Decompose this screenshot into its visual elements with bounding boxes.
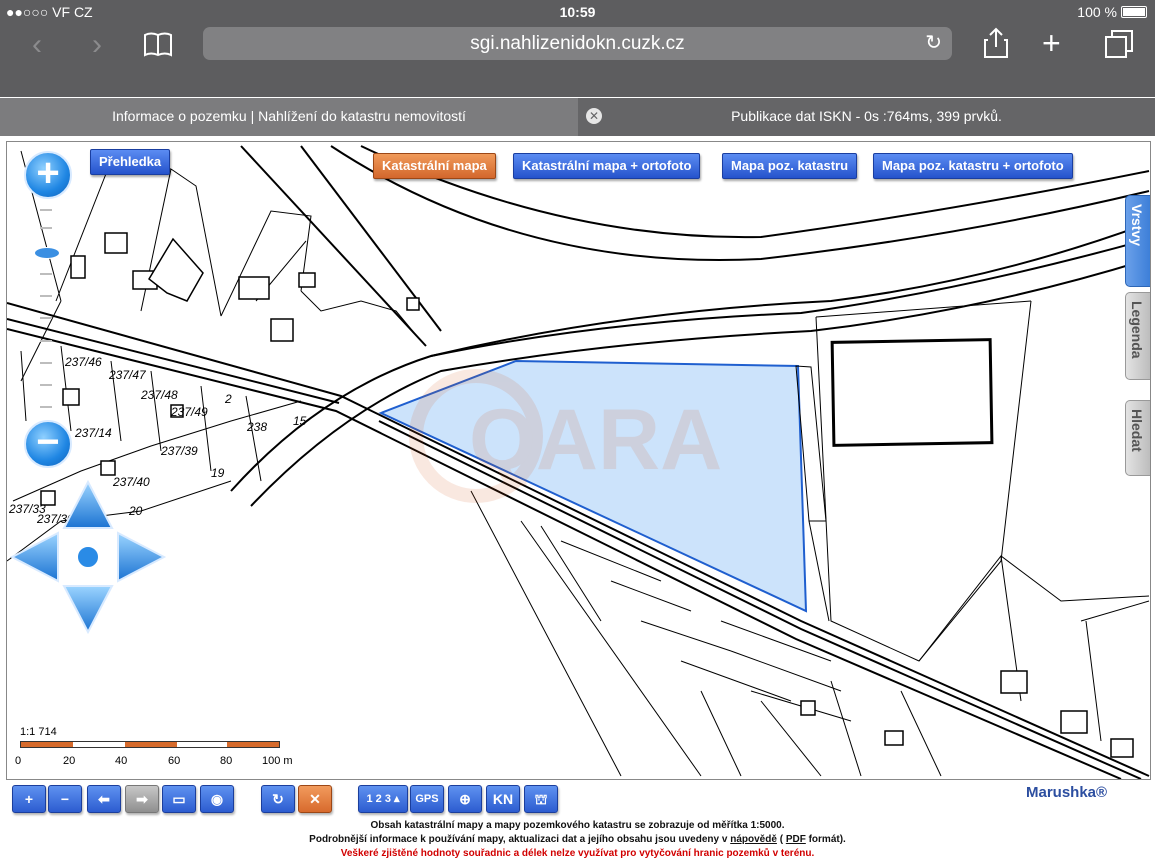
layer-land-cadastre-ortho-button[interactable]: Mapa poz. katastru + ortofoto xyxy=(873,153,1073,179)
counter-label: 1 2 3 xyxy=(366,793,391,805)
back-icon[interactable]: ‹ xyxy=(32,28,42,62)
scale-label: 40 xyxy=(115,755,128,767)
tab-layers-label: Vrstvy xyxy=(1129,204,1145,247)
footer-paren: ( xyxy=(779,834,784,845)
zoom-tick xyxy=(40,273,52,275)
parcel-label: 237/14 xyxy=(74,426,112,440)
bookmarks-icon[interactable] xyxy=(143,31,173,57)
forward-icon[interactable]: › xyxy=(92,28,102,62)
zoom-out-button[interactable]: − xyxy=(24,420,72,468)
pan-down-icon[interactable] xyxy=(62,585,114,635)
scale-segment xyxy=(21,742,73,747)
zoom-tick xyxy=(40,406,52,408)
browser-chrome: ●●○○○ VF CZ 10:59 100 % ‹ › sgi.nahlizen… xyxy=(0,0,1155,97)
overview-button[interactable]: Přehledka xyxy=(90,149,171,175)
new-tab-icon[interactable]: + xyxy=(1042,26,1061,60)
battery-icon xyxy=(1121,6,1147,18)
parcel-label: 2 xyxy=(224,392,232,406)
layer-cadastral-ortho-button[interactable]: Katastrální mapa + ortofoto xyxy=(513,153,701,179)
pan-control[interactable] xyxy=(8,478,168,636)
pan-center-icon[interactable] xyxy=(76,545,100,569)
battery-status: 100 % xyxy=(1077,4,1147,20)
zoom-tick xyxy=(40,317,52,319)
pan-up-icon[interactable] xyxy=(62,479,114,529)
zoom-tick xyxy=(40,295,52,297)
pan-left-icon[interactable] xyxy=(9,531,59,583)
zoom-tick xyxy=(40,384,52,386)
footer-warning: Veškeré zjištěné hodnoty souřadnic a dél… xyxy=(340,848,815,859)
scale-label: 80 xyxy=(220,755,233,767)
parcel-label: 237/46 xyxy=(64,355,102,369)
pan-right-icon[interactable] xyxy=(117,531,167,583)
scale-bar xyxy=(20,741,280,748)
scale-segment xyxy=(227,742,279,747)
refresh-icon[interactable]: ↻ xyxy=(261,785,295,813)
scale-label: 0 xyxy=(15,755,22,767)
parcel-label: 237/47 xyxy=(108,368,147,382)
scale-segment xyxy=(125,742,177,747)
scale-label: 100 m xyxy=(262,755,293,767)
counter-tool[interactable]: 1 2 3 ▴ xyxy=(358,785,408,813)
help-link[interactable]: nápovědě xyxy=(730,834,777,845)
building-outline xyxy=(830,338,994,447)
address-bar[interactable]: sgi.nahlizenidokn.cuzk.cz ↻ xyxy=(203,27,952,60)
scale-segment xyxy=(177,742,229,747)
footer-info-2-end: formát). xyxy=(808,834,846,845)
parcel-label: 237/48 xyxy=(140,388,178,402)
tab-search[interactable]: Hledat xyxy=(1125,400,1150,476)
clock: 10:59 xyxy=(559,4,596,20)
zoom-tick xyxy=(40,340,52,342)
share-icon[interactable] xyxy=(983,27,1009,59)
zoom-in-tool[interactable]: + xyxy=(12,785,46,813)
zoom-out-tool[interactable]: − xyxy=(48,785,82,813)
footer-info-1: Obsah katastrální mapy a mapy pozemkovéh… xyxy=(370,820,785,831)
tab-legend[interactable]: Legenda xyxy=(1125,292,1150,380)
zoom-tick xyxy=(40,209,52,211)
scale-label: 20 xyxy=(63,755,76,767)
parcel-label: 15 xyxy=(293,414,307,428)
tab-pozemek[interactable]: Informace o pozemku | Nahlížení do katas… xyxy=(0,98,578,136)
zoom-slider-handle[interactable] xyxy=(34,247,60,259)
footer-info-2: Podrobnější informace k používání mapy, … xyxy=(0,834,1155,845)
status-bar: ●●○○○ VF CZ 10:59 100 % xyxy=(0,0,1155,24)
tab-layers[interactable]: Vrstvy xyxy=(1125,195,1150,287)
scale-segment xyxy=(73,742,125,747)
zoom-tick xyxy=(40,362,52,364)
url-text: sgi.nahlizenidokn.cuzk.cz xyxy=(470,33,685,54)
layer-cadastral-map-button[interactable]: Katastrální mapa xyxy=(373,153,496,179)
kn-button[interactable]: KN xyxy=(486,785,520,813)
tab-legend-label: Legenda xyxy=(1129,301,1145,359)
layer-land-cadastre-button[interactable]: Mapa poz. katastru xyxy=(722,153,858,179)
zoom-tick xyxy=(40,227,52,229)
zoom-in-button[interactable]: + xyxy=(24,151,72,199)
scale-ratio: 1:1 714 xyxy=(20,726,57,738)
previous-view-icon[interactable]: ⬅ xyxy=(87,785,121,813)
cadastral-map[interactable]: 237/46 237/47 237/48 237/49 237/14 237/3… xyxy=(6,141,1151,780)
close-icon[interactable]: ✕ xyxy=(586,108,602,124)
basket-icon[interactable]: ⛫ xyxy=(524,785,558,813)
zoom-box-icon[interactable]: ▭ xyxy=(162,785,196,813)
parcel-label: 238 xyxy=(246,420,267,434)
parcel-label: 237/49 xyxy=(170,405,208,419)
map-canvas[interactable]: 237/46 237/47 237/48 237/49 237/14 237/3… xyxy=(7,142,1150,779)
pdf-link[interactable]: PDF xyxy=(786,834,806,845)
tab-publikace[interactable]: ✕ Publikace dat ISKN - 0s :764ms, 399 pr… xyxy=(578,98,1155,136)
reload-icon[interactable]: ↻ xyxy=(925,30,942,55)
scale-label: 60 xyxy=(168,755,181,767)
next-view-icon[interactable]: ➡ xyxy=(125,785,159,813)
tab-publikace-label: Publikace dat ISKN - 0s :764ms, 399 prvk… xyxy=(731,108,1002,124)
marushka-logo: Marushka® xyxy=(1026,784,1108,801)
watermark-text: QARA xyxy=(469,392,722,488)
parcel-label: 237/39 xyxy=(160,444,198,458)
parcel-label: 19 xyxy=(211,466,225,480)
crosshair-icon[interactable]: ⊕ xyxy=(448,785,482,813)
tab-bar: Informace o pozemku | Nahlížení do katas… xyxy=(0,98,1155,136)
tab-search-label: Hledat xyxy=(1129,409,1145,452)
footer-info-2-text: Podrobnější informace k používání mapy, … xyxy=(309,834,728,845)
clear-icon[interactable]: ✕ xyxy=(298,785,332,813)
tabs-icon[interactable] xyxy=(1104,29,1134,59)
full-extent-icon[interactable]: ◉ xyxy=(200,785,234,813)
gps-button[interactable]: GPS xyxy=(410,785,444,813)
